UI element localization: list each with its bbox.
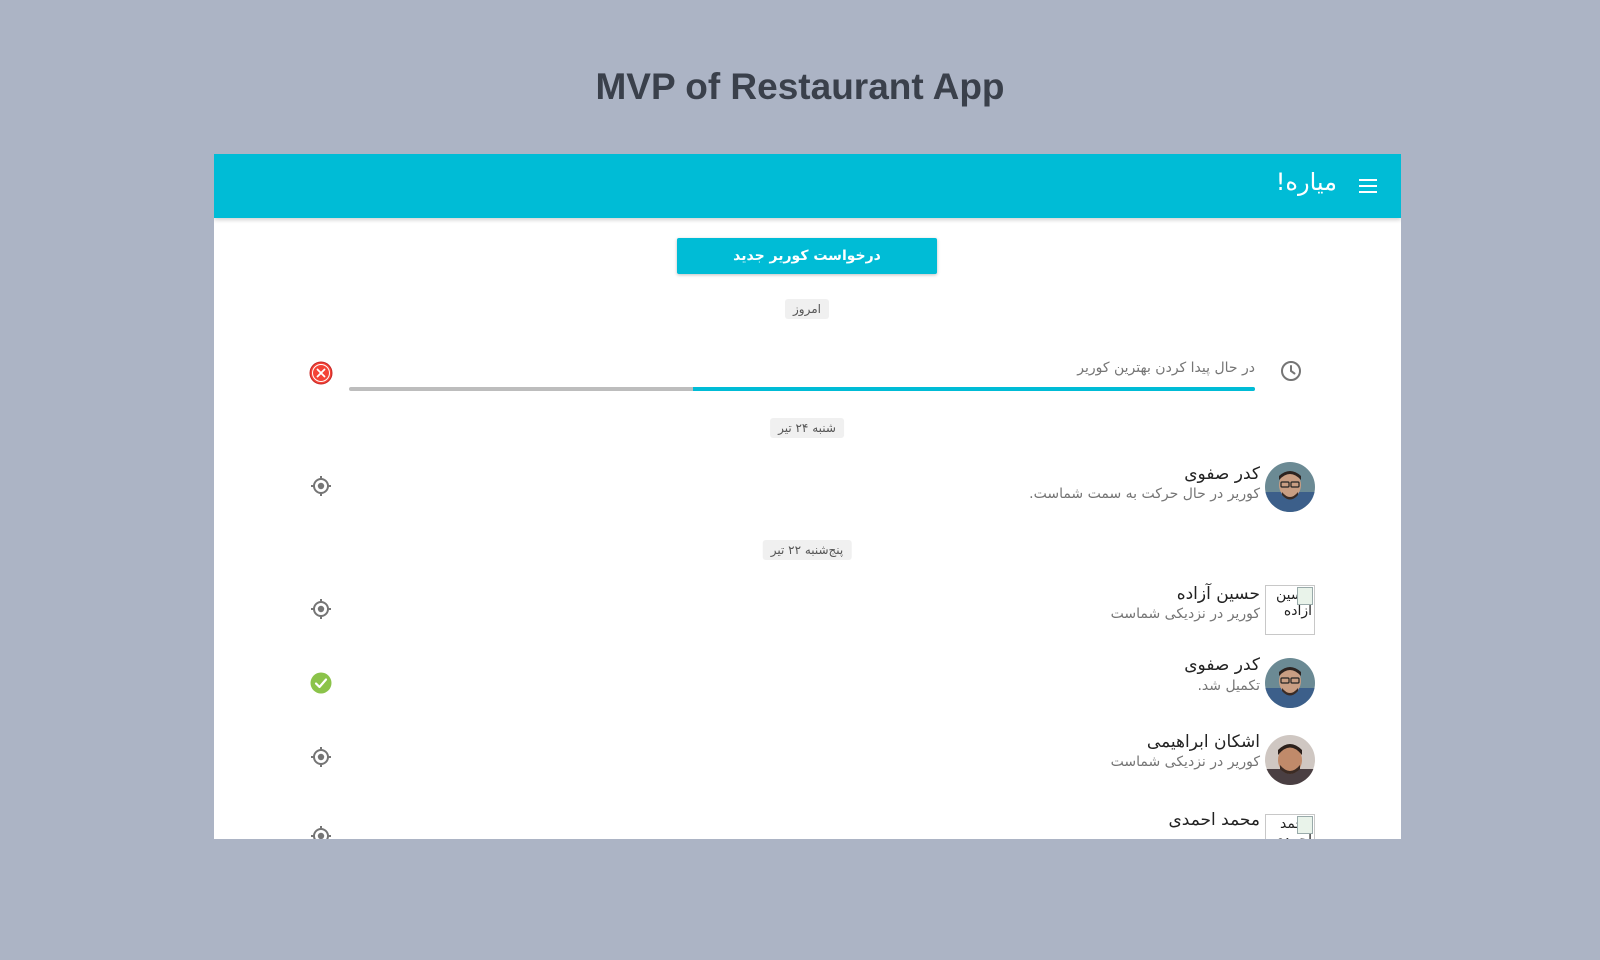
avatar-broken-image: محمد احمدی [1265, 814, 1315, 839]
app-bar: میاره! [214, 154, 1401, 218]
courier-name: حسین آزاده [1176, 584, 1260, 604]
locate-icon[interactable] [309, 474, 333, 498]
date-chip-today: امروز [785, 299, 829, 319]
avatar-broken-image: حسین آزاده [1265, 585, 1315, 635]
app-window: میاره! درخواست کوریر جدید امروز در حال پ… [214, 154, 1401, 839]
avatar [1265, 735, 1315, 785]
search-progress-fill [693, 387, 1255, 391]
courier-name: کدر صفوی [1184, 655, 1260, 675]
app-title: میاره! [1275, 168, 1337, 196]
courier-status: کوریر در نزدیکی شماست [1110, 606, 1260, 622]
broken-image-icon [1297, 587, 1313, 605]
search-progress-bar [349, 387, 1255, 391]
cancel-icon[interactable] [309, 361, 333, 385]
date-chip: شنبه ۲۴ تیر [770, 418, 844, 438]
courier-name: کدر صفوی [1184, 464, 1260, 484]
avatar [1265, 658, 1315, 708]
locate-icon[interactable] [309, 824, 333, 839]
page-title: MVP of Restaurant App [595, 66, 1005, 107]
locate-icon[interactable] [309, 597, 333, 621]
date-chip: پنج‌شنبه ۲۲ تیر [762, 540, 852, 560]
avatar [1265, 462, 1315, 512]
courier-status: تکمیل شد. [1197, 678, 1260, 694]
searching-status-text: در حال پیدا کردن بهترین کوریر [1077, 360, 1255, 376]
courier-name: اشکان ابراهیمی [1146, 732, 1260, 752]
courier-name: محمد احمدی [1168, 810, 1260, 830]
hamburger-menu-icon[interactable] [1356, 175, 1380, 197]
locate-icon[interactable] [309, 745, 333, 769]
broken-image-icon [1297, 816, 1313, 834]
check-circle-icon[interactable] [309, 671, 333, 695]
courier-status: کوریر در نزدیکی شماست [1110, 754, 1260, 770]
clock-icon [1281, 361, 1301, 381]
new-courier-request-button[interactable]: درخواست کوریر جدید [677, 238, 937, 274]
courier-status: کوریر در حال حرکت به سمت شماست. [1029, 486, 1260, 502]
